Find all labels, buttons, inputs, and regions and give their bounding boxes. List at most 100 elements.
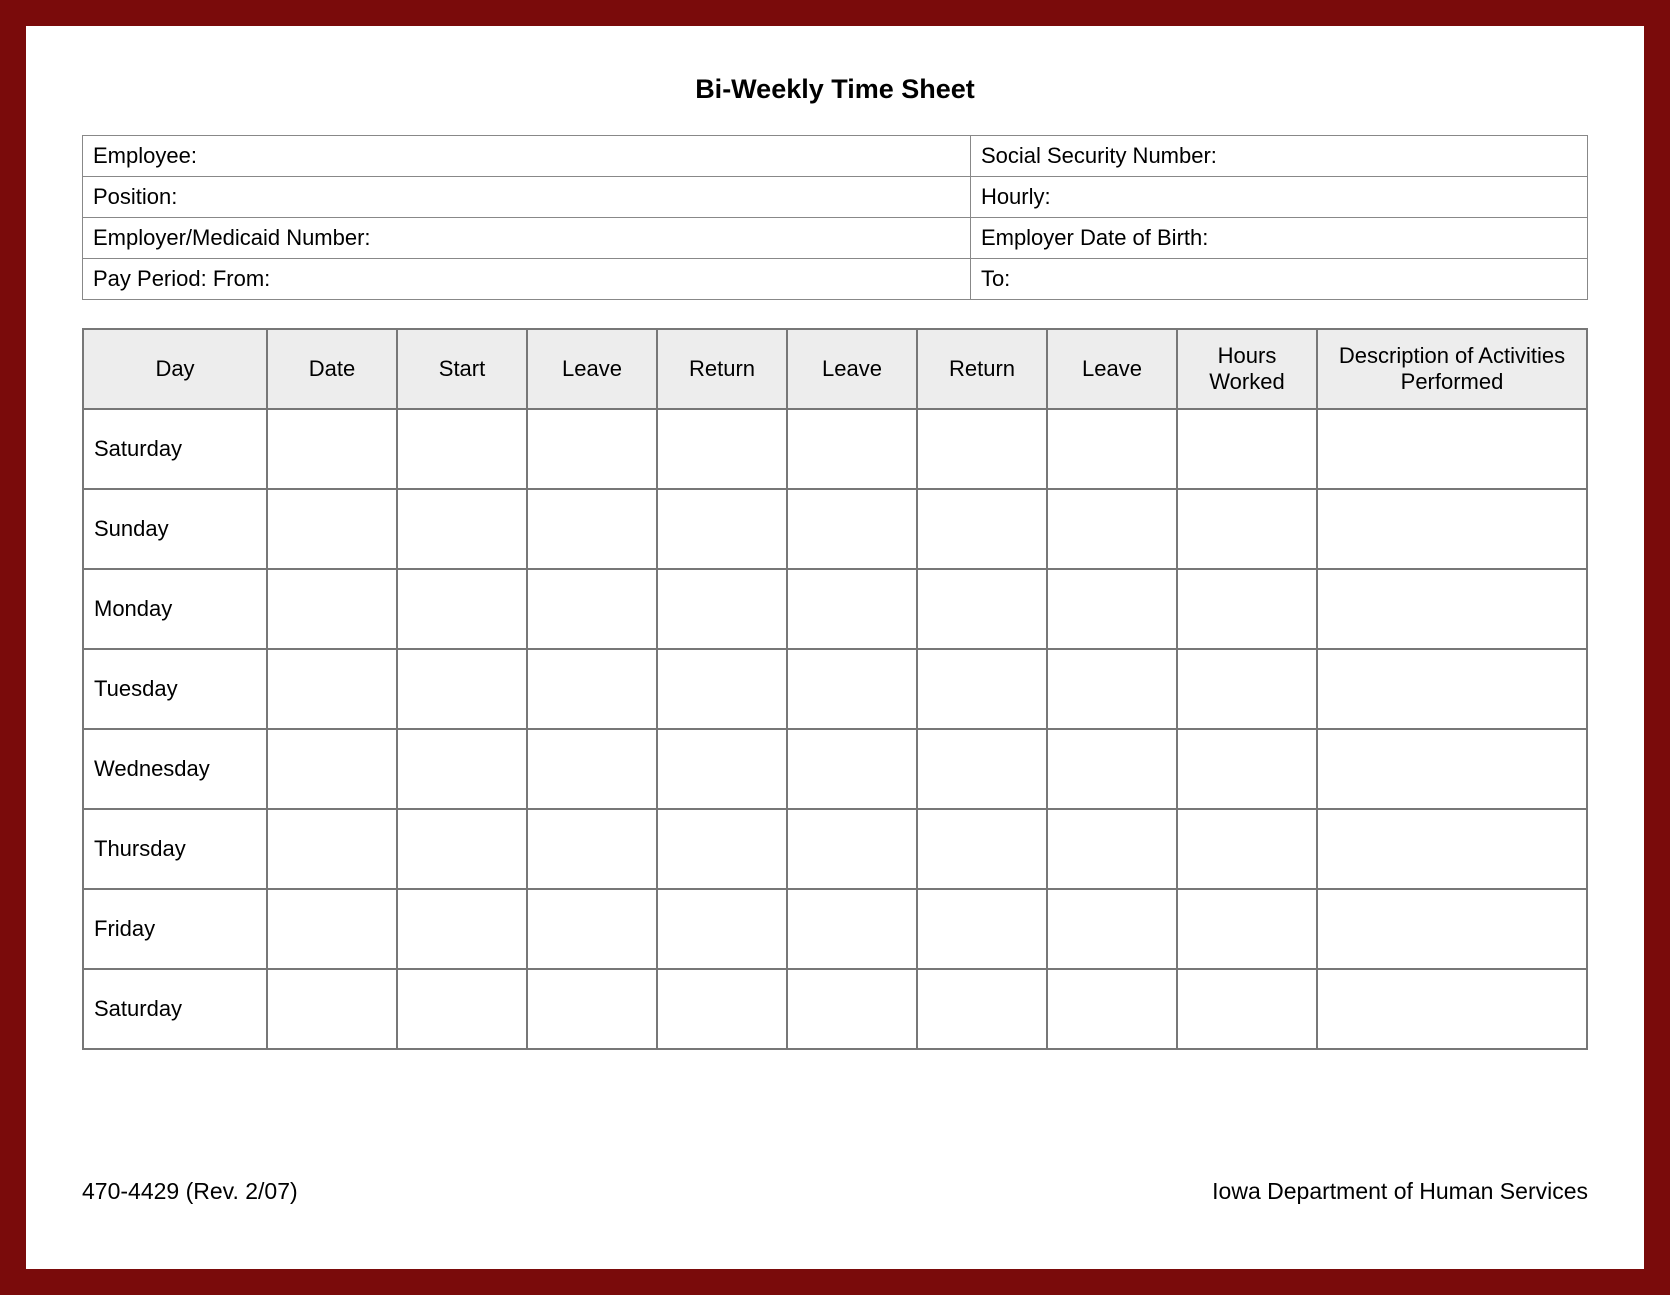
cell-leave — [1047, 489, 1177, 569]
cell-hours — [1177, 729, 1317, 809]
document-title: Bi-Weekly Time Sheet — [82, 74, 1588, 105]
cell-return — [657, 889, 787, 969]
cell-leave — [527, 409, 657, 489]
cell-start — [397, 409, 527, 489]
cell-description — [1317, 729, 1587, 809]
cell-leave — [787, 889, 917, 969]
cell-leave — [787, 489, 917, 569]
cell-start — [397, 649, 527, 729]
cell-hours — [1177, 569, 1317, 649]
cell-date — [267, 729, 397, 809]
cell-return — [917, 889, 1047, 969]
header-return-2: Return — [917, 329, 1047, 409]
table-row: Saturday — [83, 409, 1587, 489]
info-employer-medicaid-label: Employer/Medicaid Number: — [83, 218, 971, 259]
cell-leave — [527, 969, 657, 1049]
cell-return — [917, 649, 1047, 729]
header-start: Start — [397, 329, 527, 409]
cell-return — [657, 409, 787, 489]
info-row: Pay Period: From: To: — [83, 259, 1588, 300]
cell-day: Monday — [83, 569, 267, 649]
table-row: Monday — [83, 569, 1587, 649]
document-footer: 470-4429 (Rev. 2/07) Iowa Department of … — [82, 1178, 1588, 1205]
cell-leave — [527, 729, 657, 809]
timesheet-body: Saturday Sunday — [83, 409, 1587, 1049]
cell-hours — [1177, 809, 1317, 889]
cell-leave — [1047, 569, 1177, 649]
cell-description — [1317, 969, 1587, 1049]
info-row: Employer/Medicaid Number: Employer Date … — [83, 218, 1588, 259]
table-row: Tuesday — [83, 649, 1587, 729]
cell-day: Wednesday — [83, 729, 267, 809]
timesheet-table: Day Date Start Leave Return Leave Return… — [82, 328, 1588, 1050]
form-number: 470-4429 (Rev. 2/07) — [82, 1178, 298, 1205]
page-content: Bi-Weekly Time Sheet Employee: Social Se… — [26, 26, 1644, 1050]
cell-return — [917, 729, 1047, 809]
cell-return — [917, 969, 1047, 1049]
cell-day: Friday — [83, 889, 267, 969]
header-return-1: Return — [657, 329, 787, 409]
cell-day: Thursday — [83, 809, 267, 889]
table-row: Wednesday — [83, 729, 1587, 809]
cell-day: Sunday — [83, 489, 267, 569]
cell-start — [397, 569, 527, 649]
info-employee-label: Employee: — [83, 136, 971, 177]
cell-leave — [787, 809, 917, 889]
cell-leave — [787, 409, 917, 489]
cell-hours — [1177, 969, 1317, 1049]
cell-return — [657, 969, 787, 1049]
cell-leave — [787, 729, 917, 809]
cell-description — [1317, 409, 1587, 489]
cell-return — [917, 409, 1047, 489]
cell-hours — [1177, 489, 1317, 569]
cell-return — [917, 489, 1047, 569]
info-hourly-label: Hourly: — [970, 177, 1587, 218]
cell-return — [917, 809, 1047, 889]
cell-start — [397, 969, 527, 1049]
info-position-label: Position: — [83, 177, 971, 218]
timesheet-header-row: Day Date Start Leave Return Leave Return… — [83, 329, 1587, 409]
agency-name: Iowa Department of Human Services — [1212, 1178, 1588, 1205]
cell-date — [267, 889, 397, 969]
cell-leave — [527, 569, 657, 649]
cell-leave — [527, 649, 657, 729]
info-pay-period-from-label: Pay Period: From: — [83, 259, 971, 300]
cell-description — [1317, 889, 1587, 969]
cell-date — [267, 489, 397, 569]
cell-hours — [1177, 649, 1317, 729]
cell-hours — [1177, 409, 1317, 489]
table-row: Saturday — [83, 969, 1587, 1049]
cell-leave — [787, 969, 917, 1049]
cell-leave — [787, 649, 917, 729]
header-leave-2: Leave — [787, 329, 917, 409]
cell-leave — [1047, 969, 1177, 1049]
cell-return — [657, 809, 787, 889]
info-row: Employee: Social Security Number: — [83, 136, 1588, 177]
cell-day: Tuesday — [83, 649, 267, 729]
cell-date — [267, 809, 397, 889]
cell-return — [657, 489, 787, 569]
cell-leave — [527, 889, 657, 969]
cell-leave — [1047, 649, 1177, 729]
cell-description — [1317, 569, 1587, 649]
header-date: Date — [267, 329, 397, 409]
table-row: Sunday — [83, 489, 1587, 569]
cell-date — [267, 649, 397, 729]
cell-description — [1317, 809, 1587, 889]
info-row: Position: Hourly: — [83, 177, 1588, 218]
cell-return — [657, 569, 787, 649]
cell-start — [397, 729, 527, 809]
cell-start — [397, 889, 527, 969]
cell-date — [267, 569, 397, 649]
cell-leave — [527, 809, 657, 889]
cell-leave — [527, 489, 657, 569]
header-day: Day — [83, 329, 267, 409]
info-pay-period-to-label: To: — [970, 259, 1587, 300]
cell-date — [267, 409, 397, 489]
info-ssn-label: Social Security Number: — [970, 136, 1587, 177]
header-leave-3: Leave — [1047, 329, 1177, 409]
table-row: Friday — [83, 889, 1587, 969]
cell-return — [657, 649, 787, 729]
cell-day: Saturday — [83, 969, 267, 1049]
cell-return — [657, 729, 787, 809]
